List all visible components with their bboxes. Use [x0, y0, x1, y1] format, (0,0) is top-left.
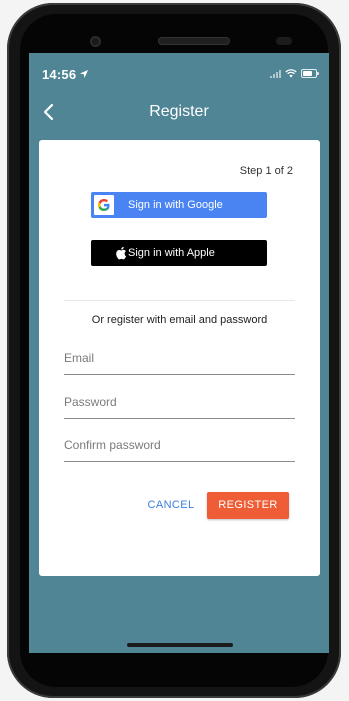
email-placeholder: Email — [64, 351, 95, 365]
location-arrow-icon — [80, 70, 88, 78]
signal-icon — [270, 69, 281, 78]
cancel-button[interactable]: CANCEL — [146, 492, 196, 518]
confirm-password-placeholder: Confirm password — [64, 438, 161, 452]
wifi-icon — [285, 69, 297, 78]
step-indicator: Step 1 of 2 — [239, 165, 293, 177]
confirm-password-underline — [64, 461, 295, 462]
status-icons — [270, 69, 319, 78]
app-screen: 14:56 Register Step 1 of 2 Sign in with … — [29, 53, 329, 653]
apple-icon — [116, 246, 126, 260]
or-register-text: Or register with email and password — [91, 314, 268, 326]
password-placeholder: Password — [64, 395, 117, 409]
register-button[interactable]: REGISTER — [207, 492, 289, 519]
google-icon — [94, 195, 114, 215]
home-indicator — [127, 643, 233, 647]
sign-in-google-button[interactable]: Sign in with Google — [91, 192, 267, 218]
app-bar: Register — [29, 95, 329, 131]
sign-in-apple-button[interactable]: Sign in with Apple — [91, 240, 267, 266]
page-title: Register — [149, 103, 209, 120]
earpiece-speaker — [158, 37, 230, 45]
proximity-sensor — [276, 37, 292, 45]
confirm-password-field[interactable]: Confirm password — [64, 432, 295, 462]
divider — [64, 300, 295, 301]
front-camera — [90, 36, 101, 47]
battery-icon — [301, 69, 319, 78]
register-card: Step 1 of 2 Sign in with Google Sign in … — [39, 140, 320, 576]
status-bar: 14:56 — [29, 53, 329, 93]
status-time: 14:56 — [42, 67, 77, 82]
password-underline — [64, 418, 295, 419]
password-field[interactable]: Password — [64, 389, 295, 419]
google-button-label: Sign in with Google — [128, 199, 223, 211]
email-underline — [64, 374, 295, 375]
email-field[interactable]: Email — [64, 345, 295, 375]
apple-button-label: Sign in with Apple — [128, 247, 215, 259]
